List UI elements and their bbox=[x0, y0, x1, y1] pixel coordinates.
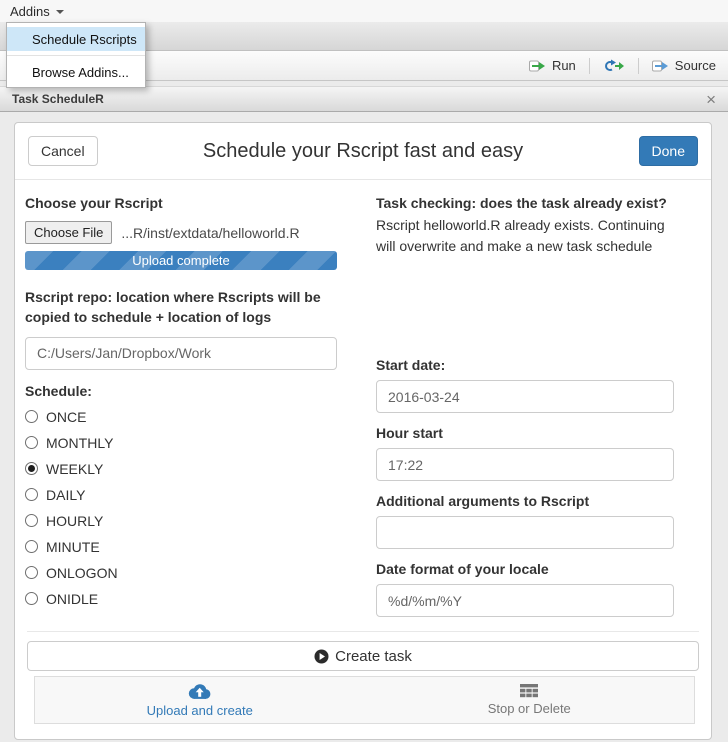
menu-item-browse-addins[interactable]: Browse Addins... bbox=[7, 60, 145, 84]
run-icon bbox=[528, 60, 545, 71]
left-column: Choose your Rscript Choose File ...R/ins… bbox=[25, 190, 337, 617]
table-icon bbox=[520, 684, 539, 698]
radio-option-label: MONTHLY bbox=[46, 434, 114, 451]
done-button[interactable]: Done bbox=[638, 136, 698, 166]
radio-option-weekly[interactable]: WEEKLY bbox=[25, 461, 337, 477]
radio-option-label: MINUTE bbox=[46, 538, 100, 555]
close-icon[interactable]: × bbox=[706, 91, 716, 108]
toolbar-separator bbox=[637, 57, 639, 74]
radio-icon[interactable] bbox=[25, 410, 38, 424]
create-task-label: Create task bbox=[335, 647, 412, 665]
selected-file-name: ...R/inst/extdata/helloworld.R bbox=[121, 224, 300, 241]
rerun-button[interactable] bbox=[599, 57, 629, 74]
addins-dropdown-menu: Schedule Rscripts Browse Addins... bbox=[6, 22, 146, 88]
radio-option-label: ONIDLE bbox=[46, 590, 99, 607]
menu-item-schedule-rscripts[interactable]: Schedule Rscripts bbox=[7, 27, 145, 51]
hour-start-input[interactable] bbox=[376, 448, 674, 481]
dialog-body: Choose your Rscript Choose File ...R/ins… bbox=[15, 180, 711, 617]
date-format-input[interactable] bbox=[376, 584, 674, 617]
source-button-label: Source bbox=[674, 58, 716, 73]
cancel-button[interactable]: Cancel bbox=[28, 136, 98, 166]
radio-option-onidle[interactable]: ONIDLE bbox=[25, 591, 337, 607]
dialog-header: Cancel Schedule your Rscript fast and ea… bbox=[15, 123, 711, 180]
caret-down-icon bbox=[55, 10, 64, 14]
radio-icon[interactable] bbox=[25, 566, 38, 580]
rerun-icon bbox=[604, 59, 624, 71]
footer-tabstrip: Upload and create Stop or Delete bbox=[34, 676, 695, 724]
choose-rscript-label: Choose your Rscript bbox=[25, 195, 163, 211]
rscript-repo-label: Rscript repo: location where Rscripts wi… bbox=[25, 289, 321, 326]
hour-start-label: Hour start bbox=[376, 425, 443, 441]
viewer-pane-header: Task ScheduleR × bbox=[0, 86, 728, 112]
tab-upload-and-create[interactable]: Upload and create bbox=[35, 677, 365, 723]
menu-bar: Addins bbox=[0, 0, 728, 22]
toolbar-separator bbox=[588, 57, 590, 74]
radio-option-hourly[interactable]: HOURLY bbox=[25, 513, 337, 529]
radio-option-onlogon[interactable]: ONLOGON bbox=[25, 565, 337, 581]
task-scheduler-dialog: Cancel Schedule your Rscript fast and ea… bbox=[14, 122, 712, 740]
radio-option-once[interactable]: ONCE bbox=[25, 409, 337, 425]
start-date-input[interactable] bbox=[376, 380, 674, 413]
create-task-button[interactable]: Create task bbox=[27, 641, 699, 671]
run-button[interactable]: Run bbox=[525, 56, 580, 75]
create-task-row: Create task bbox=[27, 631, 699, 671]
rscript-repo-input[interactable] bbox=[25, 336, 337, 370]
tab-stop-or-delete[interactable]: Stop or Delete bbox=[365, 677, 695, 723]
radio-icon[interactable] bbox=[25, 540, 38, 554]
radio-option-label: ONCE bbox=[46, 408, 87, 425]
addins-menu-button[interactable]: Addins bbox=[10, 0, 64, 22]
cloud-upload-icon bbox=[189, 684, 211, 699]
tab-label: Stop or Delete bbox=[487, 701, 571, 716]
run-button-label: Run bbox=[551, 58, 576, 73]
radio-icon[interactable] bbox=[25, 462, 38, 476]
radio-icon[interactable] bbox=[25, 436, 38, 450]
source-button[interactable]: Source bbox=[648, 56, 720, 75]
radio-icon[interactable] bbox=[25, 488, 38, 502]
choose-file-button[interactable]: Choose File bbox=[25, 221, 113, 244]
pane-title: Task ScheduleR bbox=[12, 92, 104, 106]
start-date-label: Start date: bbox=[376, 357, 446, 373]
additional-args-label: Additional arguments to Rscript bbox=[376, 493, 590, 509]
file-upload-row: Choose File ...R/inst/extdata/helloworld… bbox=[25, 221, 337, 244]
addins-menu-label: Addins bbox=[10, 3, 50, 19]
radio-option-label: WEEKLY bbox=[46, 460, 104, 477]
radio-icon[interactable] bbox=[25, 514, 38, 528]
radio-option-minute[interactable]: MINUTE bbox=[25, 539, 337, 555]
source-icon bbox=[651, 60, 668, 71]
upload-progress-bar: Upload complete bbox=[25, 251, 337, 270]
task-checking-text: Rscript helloworld.R already exists. Con… bbox=[376, 217, 665, 254]
radio-option-label: ONLOGON bbox=[46, 564, 118, 581]
right-column: Task checking: does the task already exi… bbox=[376, 190, 674, 617]
radio-option-label: DAILY bbox=[46, 486, 86, 503]
schedule-label: Schedule: bbox=[25, 382, 92, 399]
radio-icon[interactable] bbox=[25, 592, 38, 606]
play-circle-icon bbox=[314, 649, 329, 663]
radio-option-daily[interactable]: DAILY bbox=[25, 487, 337, 503]
task-checking-title: Task checking: does the task already exi… bbox=[376, 195, 667, 211]
dialog-title: Schedule your Rscript fast and easy bbox=[202, 139, 524, 162]
radio-option-monthly[interactable]: MONTHLY bbox=[25, 435, 337, 451]
date-format-label: Date format of your locale bbox=[376, 561, 549, 577]
tab-label: Upload and create bbox=[146, 703, 253, 718]
radio-option-label: HOURLY bbox=[46, 512, 104, 529]
menu-separator bbox=[7, 55, 145, 56]
additional-args-input[interactable] bbox=[376, 516, 674, 549]
